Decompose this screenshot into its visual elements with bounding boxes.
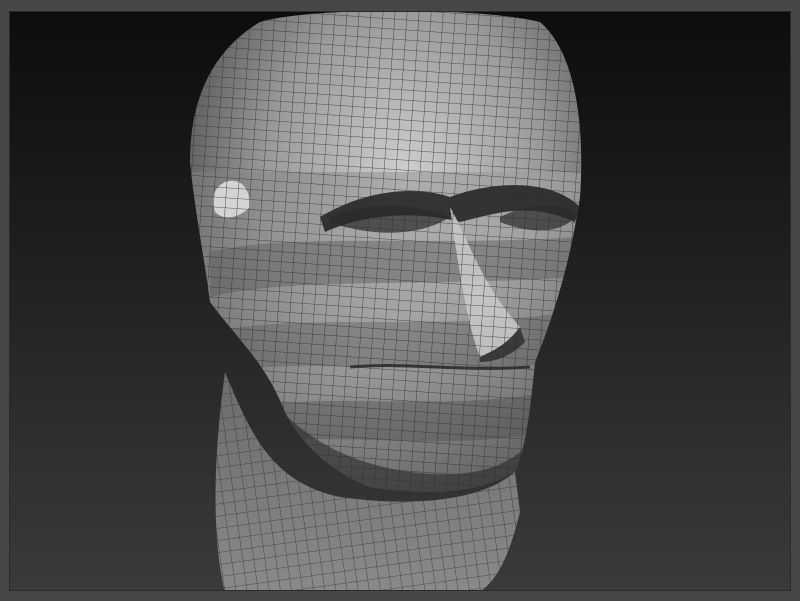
app-window [0, 0, 800, 601]
3d-viewport[interactable] [9, 11, 791, 591]
head-model-render[interactable] [10, 12, 791, 591]
